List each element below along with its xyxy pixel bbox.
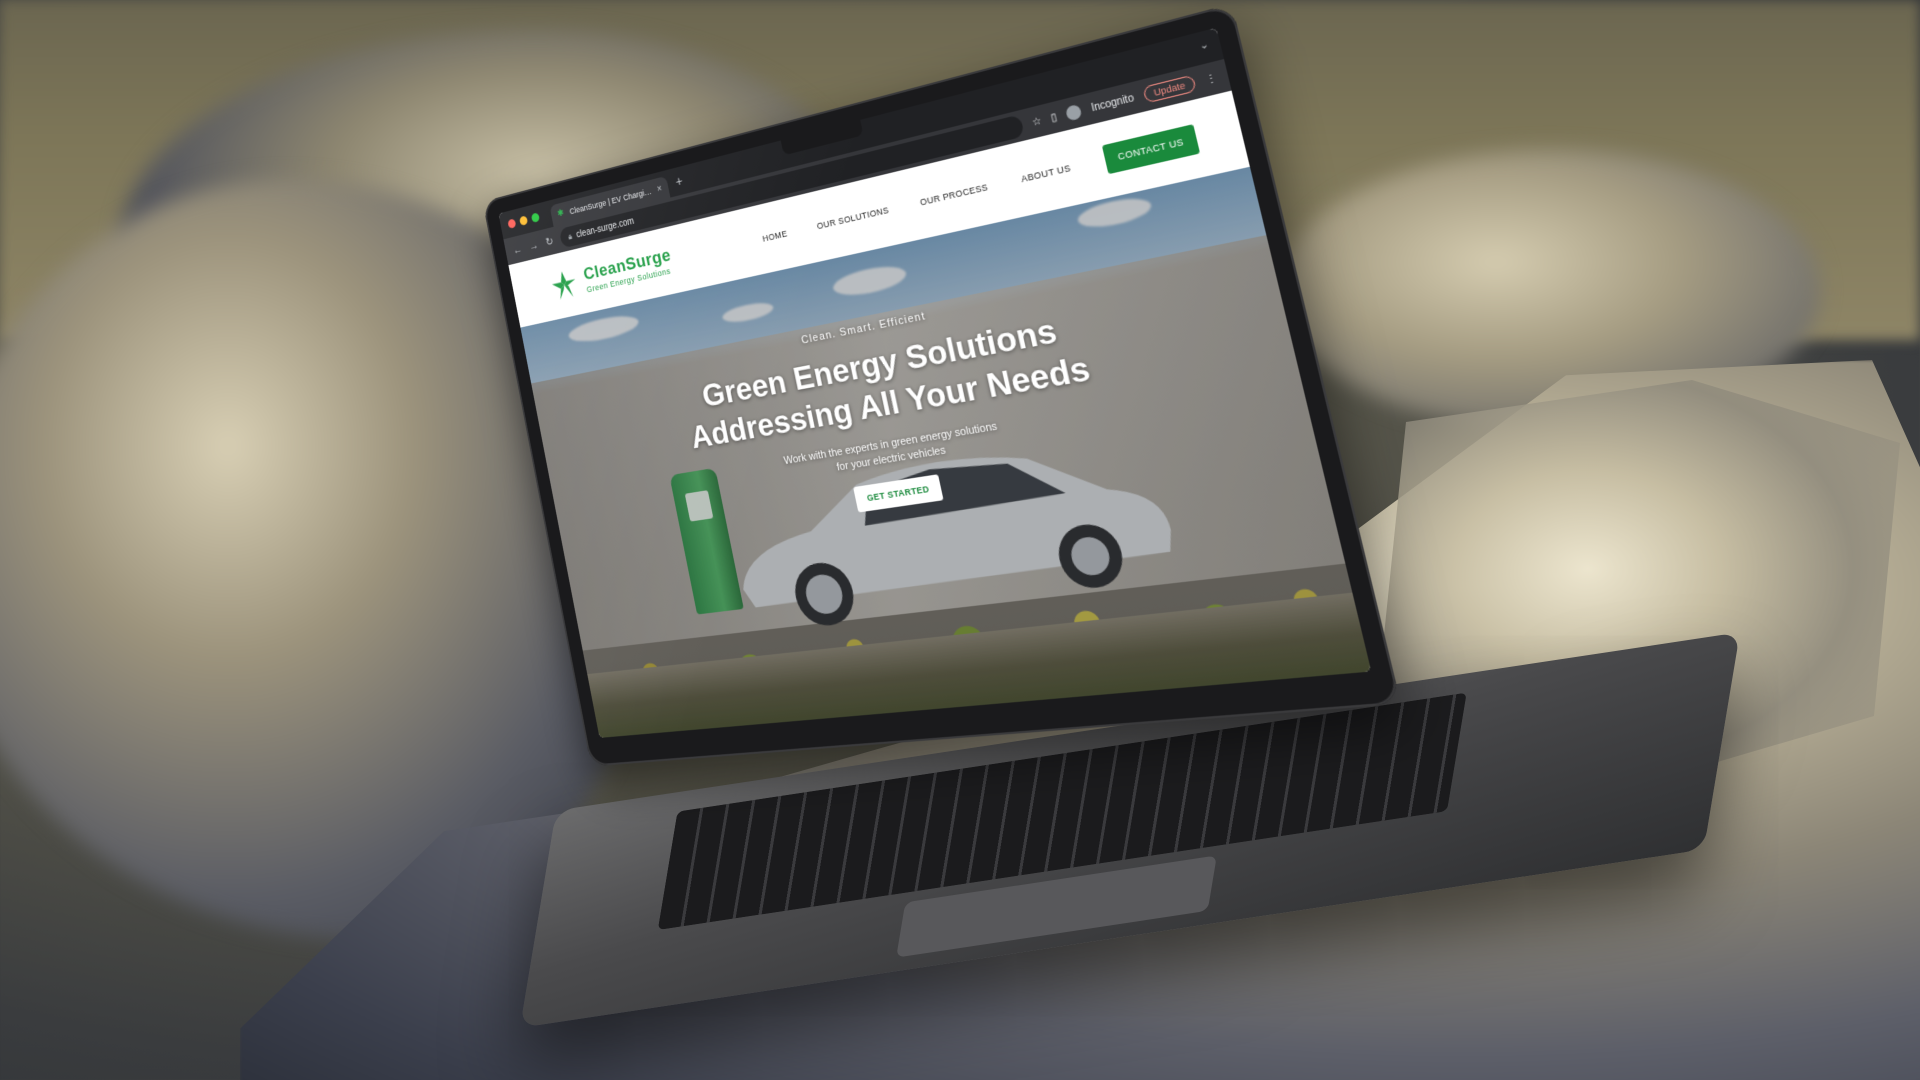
arrow-right-icon[interactable]: → xyxy=(528,238,539,252)
lock-icon: 🔒︎ xyxy=(567,231,573,241)
leaf-star-logo-icon xyxy=(552,270,577,300)
nav-our-process[interactable]: OUR PROCESS xyxy=(919,182,989,207)
arrow-left-icon[interactable]: ← xyxy=(512,242,523,256)
brand-logo-link[interactable]: CleanSurge Green Energy Solutions xyxy=(549,245,675,303)
kebab-menu-icon[interactable]: ⋮ xyxy=(1204,72,1218,86)
incognito-icon xyxy=(1065,103,1083,122)
minimize-window-button[interactable] xyxy=(519,215,529,226)
tab-search-chevron-icon[interactable]: ⌄ xyxy=(1198,39,1210,53)
nav-our-solutions[interactable]: OUR SOLUTIONS xyxy=(816,205,890,231)
reload-icon[interactable]: ↻ xyxy=(545,235,555,249)
site-favicon-icon: ✱ xyxy=(556,207,565,220)
incognito-label: Incognito xyxy=(1090,92,1136,114)
window-controls xyxy=(507,212,540,229)
new-tab-button[interactable]: + xyxy=(674,173,684,189)
maximize-window-button[interactable] xyxy=(530,212,540,223)
nav-home[interactable]: HOME xyxy=(762,229,789,244)
brand-text: CleanSurge Green Energy Solutions xyxy=(582,245,675,294)
star-icon[interactable]: ☆ xyxy=(1031,115,1042,128)
nav-about-us[interactable]: ABOUT US xyxy=(1020,163,1072,184)
update-button[interactable]: Update xyxy=(1142,74,1197,104)
close-window-button[interactable] xyxy=(507,218,517,229)
close-tab-icon[interactable]: × xyxy=(656,183,663,194)
sidepanel-icon[interactable]: ▯ xyxy=(1050,111,1058,123)
contact-us-button[interactable]: CONTACT US xyxy=(1102,124,1201,175)
